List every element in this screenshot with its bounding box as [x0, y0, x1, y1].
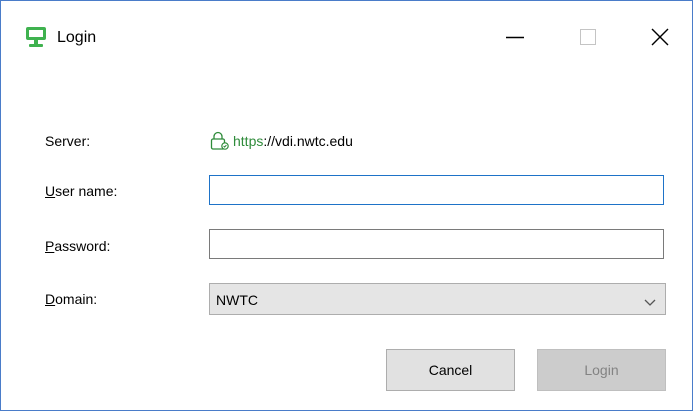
chevron-down-icon: [643, 294, 657, 306]
username-label: User name:: [45, 183, 118, 199]
lock-icon: [209, 131, 231, 151]
username-input[interactable]: [209, 175, 664, 205]
login-button[interactable]: Login: [537, 349, 666, 391]
cancel-button[interactable]: Cancel: [386, 349, 515, 391]
server-scheme: https: [233, 133, 264, 149]
close-icon: [651, 28, 669, 46]
minimize-button[interactable]: [492, 21, 538, 53]
password-label: Password:: [45, 238, 111, 254]
maximize-button[interactable]: [564, 21, 610, 53]
server-host: ://vdi.nwtc.edu: [263, 133, 353, 149]
minimize-icon: [506, 36, 524, 39]
maximize-icon: [580, 29, 596, 45]
login-window: Login Server: https://vdi.nwtc.edu User …: [0, 0, 693, 411]
domain-select[interactable]: NWTC: [209, 283, 666, 315]
close-button[interactable]: [637, 21, 683, 53]
domain-label: Domain:: [45, 291, 98, 307]
password-input[interactable]: [209, 229, 664, 259]
title-bar[interactable]: Login: [1, 1, 692, 73]
window-title: Login: [57, 29, 97, 46]
server-label: Server:: [45, 133, 91, 149]
domain-selected-value: NWTC: [216, 292, 258, 308]
monitor-icon: [25, 26, 47, 48]
